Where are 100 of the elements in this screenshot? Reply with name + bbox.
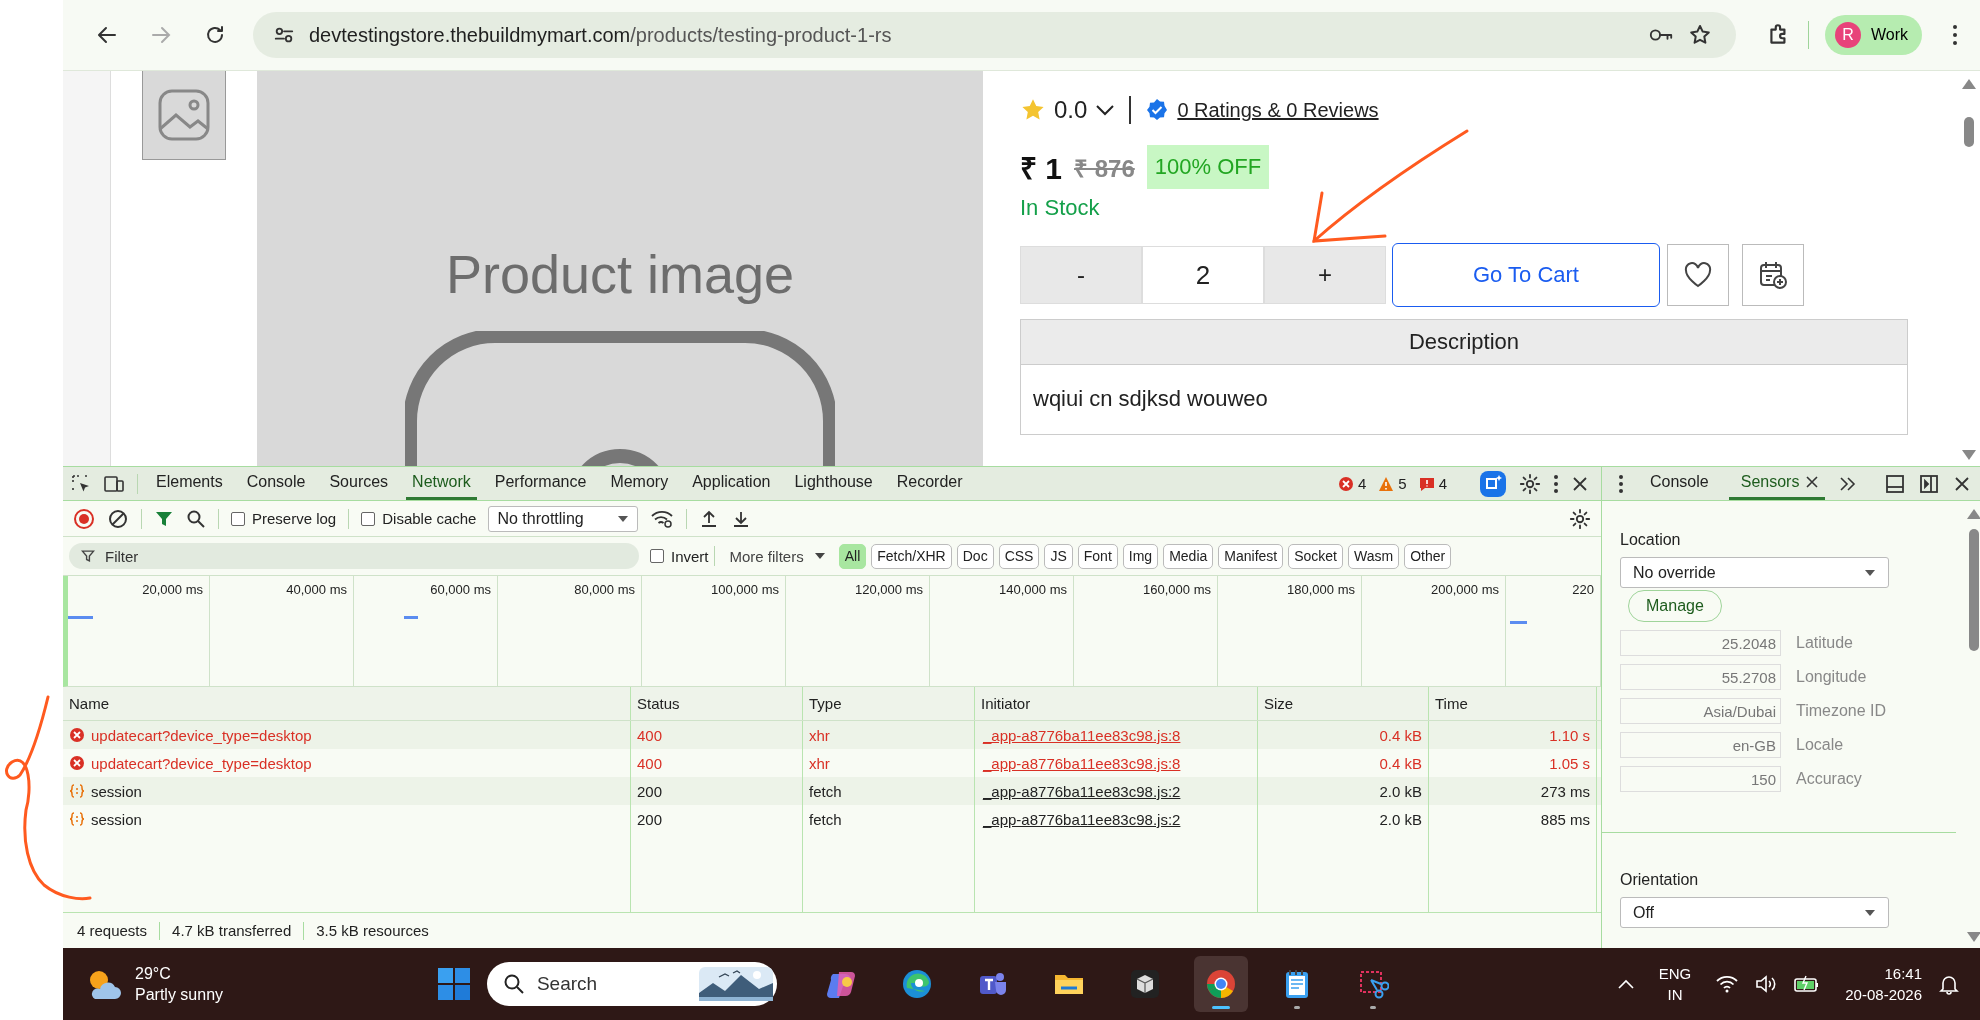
location-select[interactable]: No override [1620, 557, 1889, 588]
column-header[interactable]: Status [631, 687, 803, 720]
search-icon[interactable] [186, 508, 206, 529]
chevron-down-icon[interactable] [1095, 103, 1116, 117]
checkbox[interactable] [361, 511, 376, 526]
settings-icon[interactable] [1569, 507, 1591, 530]
panel-tab[interactable]: Lighthouse [788, 467, 879, 500]
panel-tab[interactable]: Network [406, 467, 477, 500]
throttling-select[interactable]: No throttling [488, 505, 639, 532]
profile-button[interactable]: R Work [1824, 15, 1922, 55]
language-text[interactable]: ENG [1658, 965, 1692, 982]
clock-time[interactable]: 16:41 [1884, 965, 1922, 982]
more-options-icon[interactable] [1553, 473, 1559, 494]
close-icon[interactable] [1805, 475, 1820, 489]
request-name[interactable]: session [91, 782, 142, 800]
chevron-up-icon[interactable] [1616, 978, 1635, 990]
network-conditions-icon[interactable] [650, 508, 675, 529]
panel-tab[interactable]: Sources [323, 467, 395, 500]
calendar-button[interactable] [1742, 244, 1804, 306]
initiator-link[interactable]: _app-a8776ba11ee83c98.js:8 [983, 726, 1181, 744]
column-header[interactable]: Initiator [975, 687, 1258, 720]
temperature[interactable]: 29°C [135, 964, 224, 983]
warning-count[interactable]: 5 [1398, 475, 1407, 492]
request-name[interactable]: session [91, 810, 142, 828]
drawer-tab[interactable]: Console [1638, 467, 1715, 500]
wishlist-button[interactable] [1667, 244, 1729, 306]
filter-input[interactable]: Filter [103, 546, 627, 566]
type-filter[interactable]: CSS [998, 543, 1040, 569]
dock-bottom-icon[interactable] [1885, 473, 1906, 494]
column-header[interactable]: Size [1258, 687, 1429, 720]
record-icon[interactable] [73, 507, 95, 530]
sensor-field[interactable]: 25.2048 [1620, 630, 1781, 656]
ai-assistant-icon[interactable] [1479, 469, 1507, 498]
checkbox-label[interactable]: Disable cache [382, 510, 477, 527]
sensor-field[interactable]: en-GB [1620, 732, 1781, 758]
device-icon[interactable] [103, 473, 125, 494]
more-filters-dropdown[interactable]: More filters [729, 547, 826, 565]
menu-icon[interactable] [1952, 24, 1958, 46]
checkbox[interactable] [231, 511, 245, 526]
close-icon[interactable] [1953, 474, 1972, 493]
column-header[interactable]: Name [63, 687, 631, 720]
more-tabs-icon[interactable] [1839, 475, 1858, 492]
panel-tab[interactable]: Application [686, 467, 777, 500]
request-name[interactable]: updatecart?device_type=desktop [91, 754, 312, 772]
type-filter[interactable]: Doc [956, 543, 994, 569]
orientation-select[interactable]: Off [1620, 897, 1889, 928]
column-header[interactable]: Type [803, 687, 975, 720]
clock-date[interactable]: 20-08-2026 [1845, 986, 1922, 1003]
dock-right-icon[interactable] [1919, 473, 1940, 494]
type-filter[interactable]: Fetch/XHR [871, 543, 952, 569]
star-icon[interactable] [1687, 23, 1712, 47]
sensor-field[interactable]: 150 [1620, 766, 1781, 792]
type-filter[interactable]: Img [1122, 543, 1159, 569]
type-filter[interactable]: Font [1077, 543, 1118, 569]
notification-bell-icon[interactable] [1938, 973, 1960, 995]
search-input[interactable]: Search [534, 972, 689, 996]
address-bar[interactable]: devtestingstore.thebuildmymart.com/products/testing-product-1-rs [253, 12, 1736, 58]
column-header[interactable]: Time [1429, 687, 1597, 720]
sensor-field[interactable]: Asia/Dubai [1620, 698, 1781, 724]
thumbnail[interactable] [142, 71, 226, 160]
initiator-link[interactable]: _app-a8776ba11ee83c98.js:2 [983, 810, 1181, 828]
search-field[interactable]: Search [486, 962, 777, 1006]
decrease-button[interactable]: - [1020, 246, 1142, 304]
taskbar-button[interactable] [1193, 956, 1248, 1012]
clear-icon[interactable] [107, 507, 129, 530]
panel-tab[interactable]: Elements [150, 467, 229, 500]
inspect-icon[interactable] [71, 473, 91, 494]
type-filter[interactable]: Manifest [1218, 543, 1284, 569]
drawer-tab[interactable]: Sensors [1728, 467, 1826, 500]
more-options-icon[interactable] [1618, 473, 1624, 494]
type-filter[interactable]: Wasm [1348, 543, 1400, 569]
error-count[interactable]: 4 [1357, 475, 1367, 492]
panel-tab[interactable]: Console [240, 467, 312, 500]
start-icon[interactable] [436, 967, 471, 1001]
reviews-link[interactable]: 0 Ratings & 0 Reviews [1177, 98, 1379, 122]
panel-tab[interactable]: Recorder [890, 467, 969, 500]
quantity-field[interactable]: 2 [1142, 246, 1264, 304]
type-filter[interactable]: Media [1163, 543, 1214, 569]
weather-text[interactable]: Partly sunny [135, 985, 224, 1004]
panel-tab[interactable]: Performance [488, 467, 593, 500]
panel-tab[interactable]: Memory [604, 467, 675, 500]
initiator-link[interactable]: _app-a8776ba11ee83c98.js:8 [983, 754, 1181, 772]
sensor-field[interactable]: 55.2708 [1620, 664, 1781, 690]
issue-count[interactable]: 4 [1438, 475, 1447, 492]
type-filter[interactable]: JS [1044, 543, 1073, 569]
increase-button[interactable]: + [1264, 246, 1386, 304]
type-filter[interactable]: Socket [1288, 543, 1343, 569]
region-text[interactable]: IN [1667, 986, 1683, 1003]
initiator-link[interactable]: _app-a8776ba11ee83c98.js:2 [983, 782, 1181, 800]
wifi-icon[interactable] [1715, 974, 1740, 994]
settings-icon[interactable] [1519, 472, 1541, 495]
filter-field[interactable]: Filter [69, 543, 639, 569]
type-filter[interactable]: Other [1404, 543, 1452, 569]
checkbox-label[interactable]: Invert [671, 547, 709, 565]
close-icon[interactable] [1571, 474, 1589, 493]
volume-icon[interactable] [1755, 974, 1778, 994]
request-name[interactable]: updatecart?device_type=desktop [91, 726, 312, 744]
checkbox-label[interactable]: Preserve log [252, 510, 337, 527]
go-to-cart-button[interactable]: Go To Cart [1392, 243, 1660, 307]
checkbox[interactable] [650, 549, 664, 563]
